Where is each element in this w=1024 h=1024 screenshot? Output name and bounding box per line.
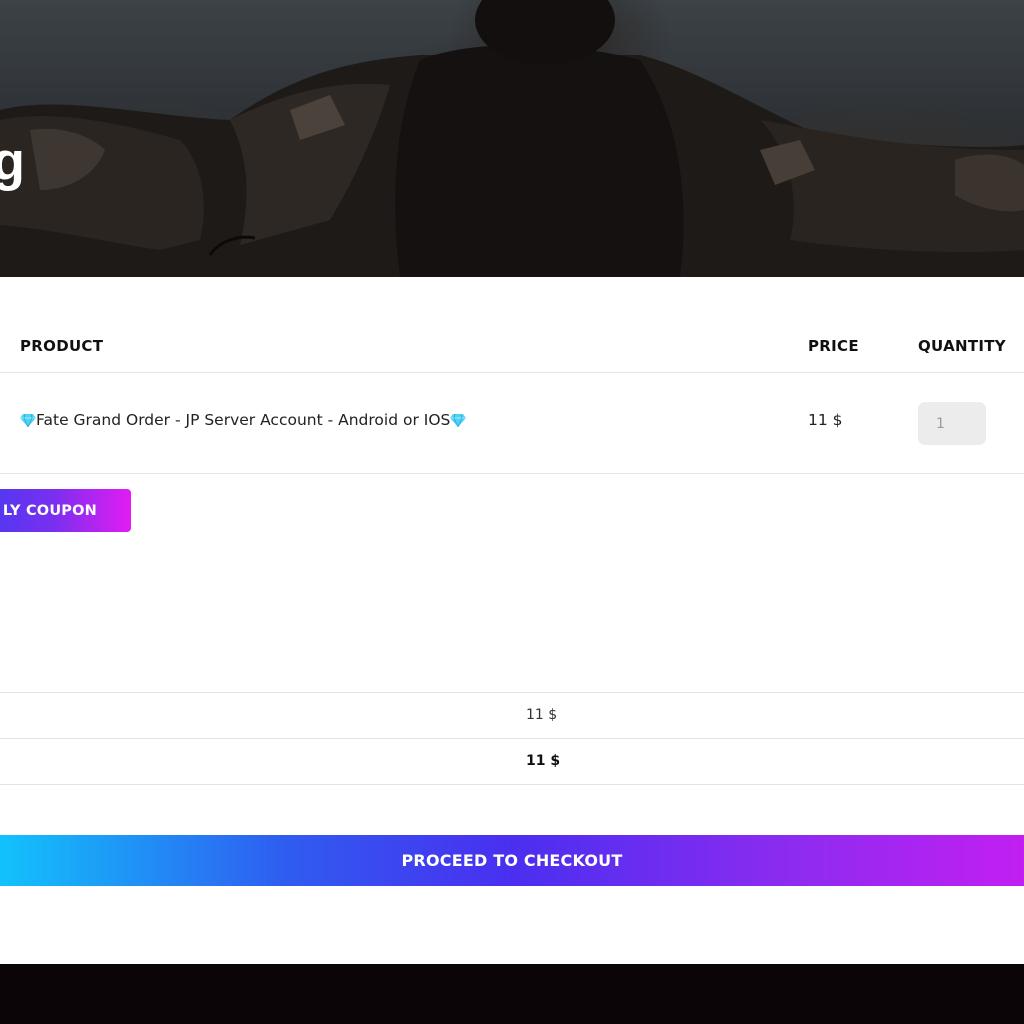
diamond-icon — [20, 413, 36, 427]
product-name-text: Fate Grand Order - JP Server Account - A… — [36, 411, 451, 429]
page-title: g — [0, 132, 25, 192]
diamond-icon — [450, 413, 467, 427]
table-header: PRODUCT PRICE QUANTITY — [0, 277, 1024, 373]
hero-warrior-image — [0, 0, 1024, 277]
totals-divider — [0, 738, 1024, 739]
product-price: 11 $ — [808, 411, 843, 429]
hero-banner: g — [0, 0, 1024, 277]
column-header-product: PRODUCT — [20, 337, 104, 355]
footer — [0, 964, 1024, 1024]
table-row: Fate Grand Order - JP Server Account - A… — [0, 373, 1024, 474]
proceed-to-checkout-button[interactable]: PROCEED TO CHECKOUT — [0, 835, 1024, 886]
column-header-price: PRICE — [808, 337, 859, 355]
column-header-quantity: QUANTITY — [918, 337, 1006, 355]
quantity-input[interactable] — [918, 402, 986, 445]
subtotal-value: 11 $ — [526, 707, 558, 723]
apply-coupon-button[interactable]: LY COUPON — [0, 489, 131, 532]
product-name[interactable]: Fate Grand Order - JP Server Account - A… — [20, 411, 467, 429]
totals-divider — [0, 692, 1024, 693]
totals-divider — [0, 784, 1024, 785]
total-value: 11 $ — [526, 753, 561, 769]
